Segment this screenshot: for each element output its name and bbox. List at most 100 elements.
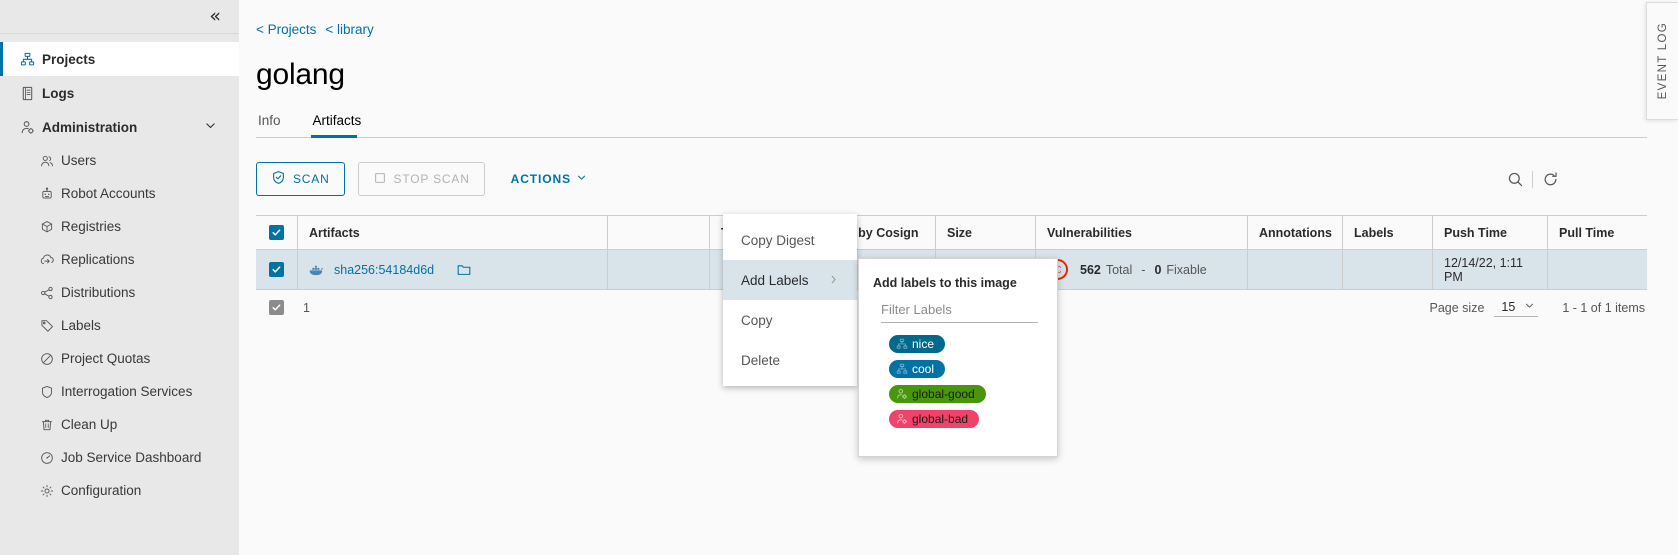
cell-push-time: 12/14/22, 1:11 PM — [1432, 250, 1547, 289]
sidebar-item-label: Logs — [42, 86, 74, 101]
gear-icon — [40, 484, 61, 498]
sidebar-item-label: Registries — [61, 219, 121, 234]
menu-item-copy-digest[interactable]: Copy Digest — [723, 220, 857, 260]
gauge-icon — [40, 451, 61, 465]
label-chip-global-good[interactable]: global-good — [889, 385, 986, 403]
sidebar-item-label: Project Quotas — [61, 351, 150, 366]
harbor-app: « Projects — [0, 0, 1678, 555]
projects-icon — [20, 52, 42, 67]
sidebar-item-distributions[interactable]: Distributions — [0, 276, 239, 309]
sidebar: « Projects — [0, 0, 239, 555]
main-content: < Projects < library golang Info Artifac… — [239, 0, 1678, 555]
shield-icon — [40, 385, 61, 399]
cell-labels — [1342, 250, 1432, 289]
toolbar-right-icons — [1498, 164, 1567, 194]
collapse-sidebar-icon[interactable]: « — [209, 7, 219, 26]
sidebar-item-job-service-dashboard[interactable]: Job Service Dashboard — [0, 441, 239, 474]
tab-info[interactable]: Info — [256, 109, 294, 137]
breadcrumb-library-link[interactable]: < library — [325, 22, 373, 37]
robot-icon — [40, 187, 61, 201]
event-log-tab[interactable]: EVENT LOG — [1646, 2, 1678, 120]
users-icon — [40, 154, 61, 168]
label-chip-cool[interactable]: cool — [889, 360, 945, 378]
sidebar-item-administration[interactable]: Administration — [0, 110, 239, 144]
filter-labels-input[interactable]: Filter Labels — [881, 302, 1038, 323]
global-label-icon — [896, 388, 908, 400]
sidebar-item-users[interactable]: Users — [0, 144, 239, 177]
scan-button[interactable]: SCAN — [256, 162, 345, 196]
add-labels-popup-title: Add labels to this image — [859, 276, 1057, 290]
sidebar-item-label: Configuration — [61, 483, 141, 498]
sidebar-item-interrogation-services[interactable]: Interrogation Services — [0, 375, 239, 408]
sidebar-item-label: Clean Up — [61, 417, 117, 432]
sidebar-item-label: Labels — [61, 318, 101, 333]
sidebar-item-label: Projects — [42, 52, 95, 67]
sidebar-item-labels[interactable]: Labels — [0, 309, 239, 342]
logs-icon — [20, 86, 42, 101]
footer-checkbox-cell — [256, 290, 297, 325]
quotas-icon — [40, 352, 61, 366]
event-log-label: EVENT LOG — [1657, 22, 1669, 99]
breadcrumb-projects-link[interactable]: < Projects — [256, 22, 316, 37]
vuln-separator: - — [1141, 263, 1145, 277]
vuln-fixable-count: 0 — [1154, 263, 1161, 277]
row-select-checkbox[interactable] — [269, 262, 284, 277]
sidebar-item-robot-accounts[interactable]: Robot Accounts — [0, 177, 239, 210]
label-chip-nice[interactable]: nice — [889, 335, 945, 353]
breadcrumb: < Projects < library — [256, 0, 1678, 37]
table-header-row: Artifacts Tags Signed by Cosign Size Vul… — [256, 216, 1647, 250]
column-push-time[interactable]: Push Time — [1432, 216, 1547, 249]
toolbar: SCAN STOP SCAN ACTIONS — [256, 162, 1678, 196]
trash-icon — [40, 418, 61, 432]
sidebar-item-label: Distributions — [61, 285, 135, 300]
artifact-digest-link[interactable]: sha256:54184d6d — [334, 263, 434, 277]
sidebar-item-logs[interactable]: Logs — [0, 76, 239, 110]
chevron-right-icon — [828, 273, 839, 288]
refresh-icon[interactable] — [1533, 164, 1567, 194]
column-size[interactable]: Size — [935, 216, 1035, 249]
search-icon[interactable] — [1498, 164, 1532, 194]
cell-pull-command — [607, 250, 709, 289]
sidebar-item-configuration[interactable]: Configuration — [0, 474, 239, 507]
chevron-down-icon[interactable] — [204, 119, 217, 135]
folder-icon[interactable] — [456, 262, 472, 277]
scan-shield-icon — [271, 170, 286, 188]
sidebar-item-project-quotas[interactable]: Project Quotas — [0, 342, 239, 375]
column-vulnerabilities[interactable]: Vulnerabilities — [1035, 216, 1247, 249]
stop-scan-button[interactable]: STOP SCAN — [358, 162, 485, 196]
label-chip-text: global-bad — [912, 412, 968, 426]
sidebar-nav: Projects Logs — [0, 34, 239, 507]
footer-select-checkbox[interactable] — [269, 300, 284, 315]
sidebar-item-replications[interactable]: Replications — [0, 243, 239, 276]
administration-icon — [20, 120, 42, 135]
tab-artifacts[interactable]: Artifacts — [311, 109, 375, 137]
pagination: Page size 15 1 - 1 of 1 items — [1430, 299, 1648, 317]
stop-scan-button-label: STOP SCAN — [394, 172, 470, 186]
replications-icon — [40, 253, 61, 267]
menu-item-add-labels[interactable]: Add Labels — [723, 260, 857, 300]
page-size-select[interactable]: 15 — [1494, 299, 1538, 317]
label-chip-text: nice — [912, 337, 934, 351]
select-all-checkbox[interactable] — [269, 225, 284, 240]
sidebar-item-clean-up[interactable]: Clean Up — [0, 408, 239, 441]
vuln-total-count: 562 — [1080, 263, 1101, 277]
column-artifacts[interactable]: Artifacts — [297, 216, 607, 249]
cell-pull-time — [1547, 250, 1647, 289]
sidebar-item-projects[interactable]: Projects — [0, 42, 239, 76]
global-label-icon — [896, 413, 908, 425]
menu-item-copy[interactable]: Copy — [723, 300, 857, 340]
column-annotations[interactable]: Annotations — [1247, 216, 1342, 249]
column-pull-time[interactable]: Pull Time — [1547, 216, 1647, 249]
column-labels[interactable]: Labels — [1342, 216, 1432, 249]
sidebar-item-label: Interrogation Services — [61, 384, 192, 399]
footer-selected-count: 1 — [297, 290, 321, 325]
actions-dropdown-button[interactable]: ACTIONS — [511, 172, 587, 186]
sidebar-header: « — [0, 0, 239, 34]
label-chip-global-bad[interactable]: global-bad — [889, 410, 979, 428]
cell-annotations — [1247, 250, 1342, 289]
label-chip-text: cool — [912, 362, 934, 376]
sidebar-item-registries[interactable]: Registries — [0, 210, 239, 243]
actions-label: ACTIONS — [511, 172, 571, 186]
items-range-text: 1 - 1 of 1 items — [1562, 301, 1645, 315]
menu-item-delete[interactable]: Delete — [723, 340, 857, 380]
